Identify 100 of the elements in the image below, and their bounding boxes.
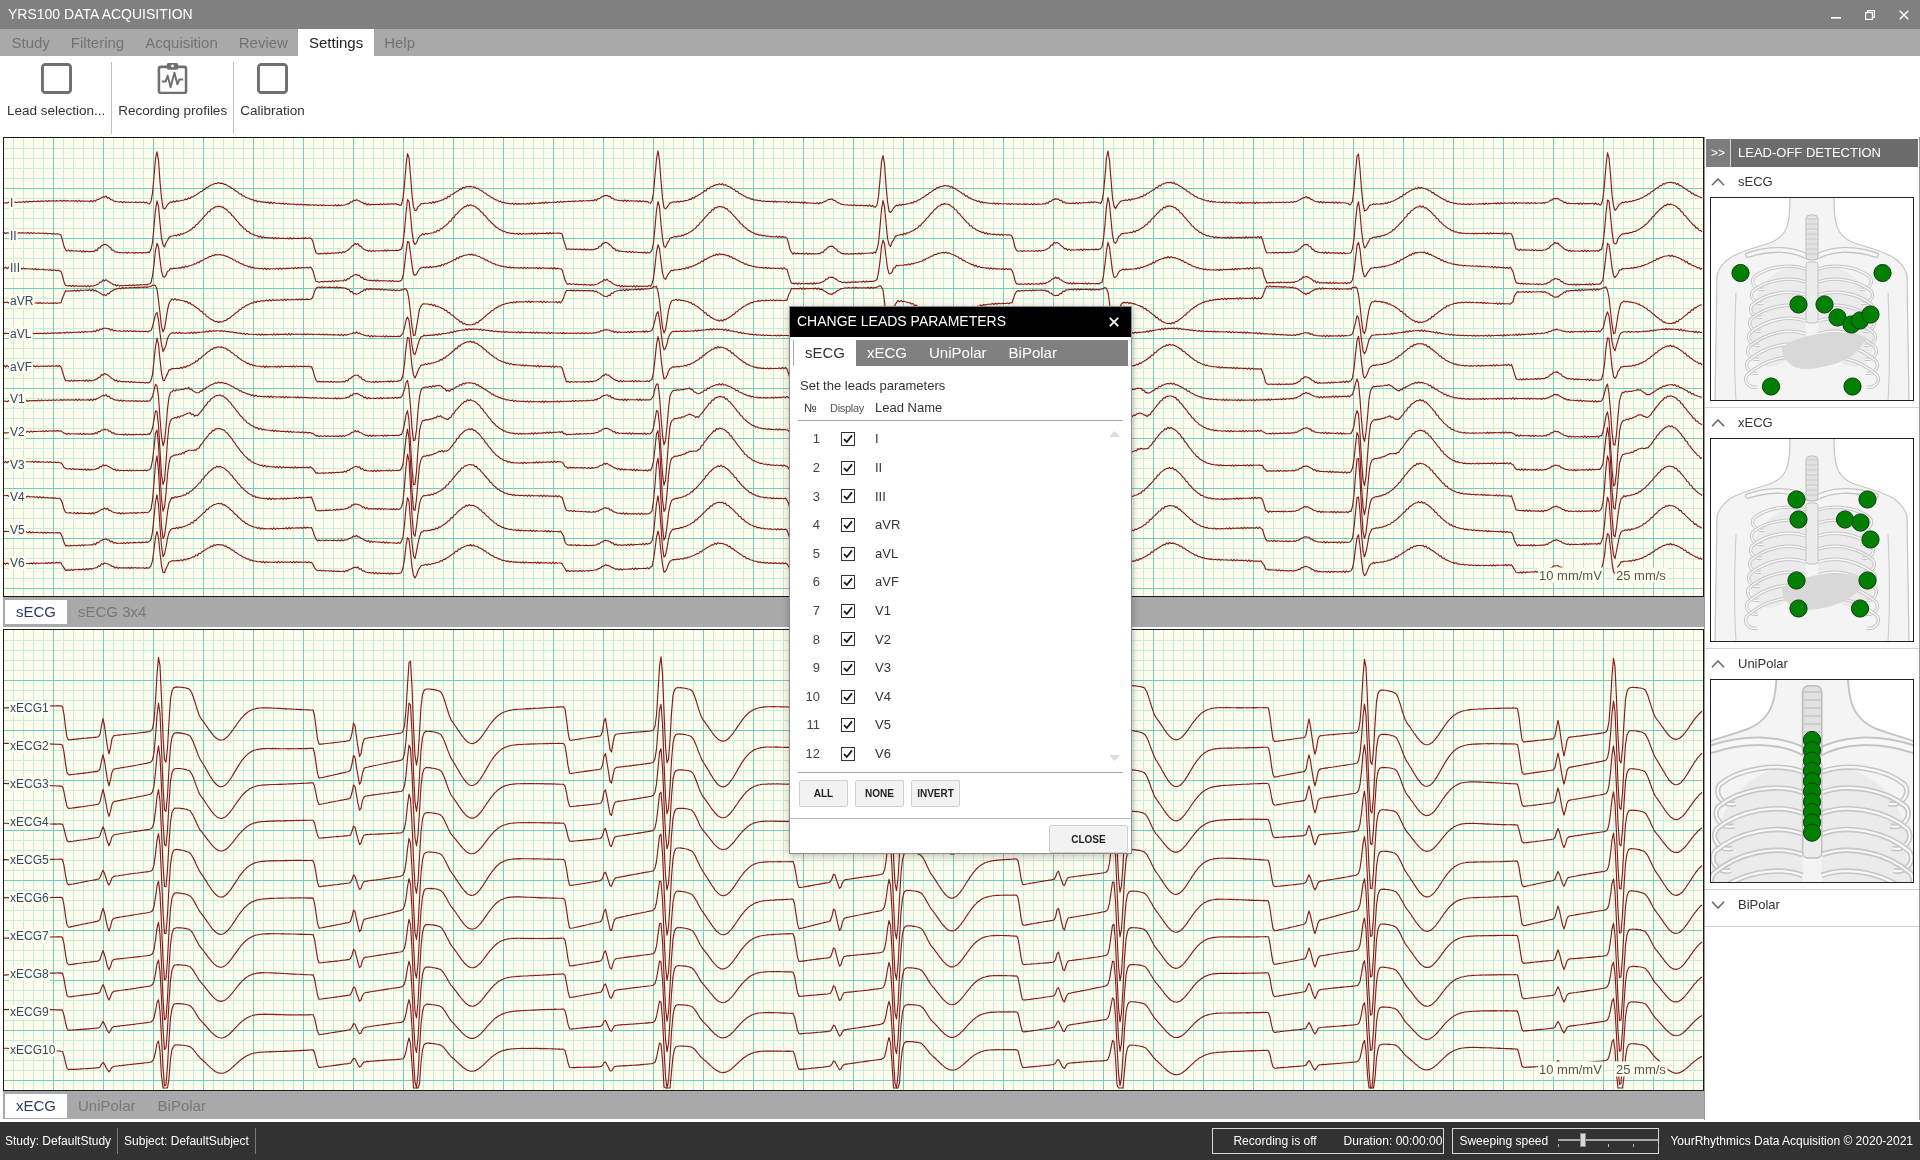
checkbox[interactable] [841, 546, 855, 561]
section-toggle[interactable]: xECG [1705, 408, 1773, 438]
lead-number: 7 [811, 602, 820, 621]
lead-number: 10 [804, 687, 820, 706]
view-tab[interactable]: sECG [5, 600, 67, 624]
checkbox[interactable] [841, 632, 855, 647]
view-tab[interactable]: xECG [5, 1094, 67, 1118]
lead-label: II [9, 228, 18, 243]
checkbox[interactable] [841, 460, 855, 475]
column-header: Lead Name [875, 399, 943, 418]
checkbox[interactable] [841, 718, 855, 733]
lead-label: V2 [9, 424, 26, 439]
checkbox[interactable] [841, 746, 855, 761]
square-icon [256, 63, 288, 94]
speed-label: 25 mm/s [1615, 1061, 1668, 1077]
panel-title: LEAD-OFF DETECTION [1737, 144, 1881, 163]
lead-name: V6 [875, 745, 891, 763]
lead-label: xECG1 [9, 701, 50, 715]
lead-number: 4 [811, 516, 820, 535]
lead-label: xECG4 [9, 815, 50, 829]
slider-thumb[interactable] [1580, 1133, 1587, 1147]
lead-name: aVL [875, 544, 899, 563]
checkbox[interactable] [841, 603, 855, 618]
menu-tab[interactable]: Settings [298, 29, 374, 56]
lead-label: V6 [9, 555, 26, 570]
checkbox[interactable] [841, 660, 855, 675]
checkbox[interactable] [841, 575, 855, 590]
lead-label: aVL [9, 326, 33, 341]
lead-label: III [9, 261, 21, 276]
lead-label: V5 [9, 523, 26, 537]
lead-name: V4 [875, 687, 891, 706]
lead-number: 1 [811, 430, 820, 449]
lead-label: xECG3 [9, 777, 50, 791]
copyright-text: YourRhythmics Data Acquisition © 2020-2021 [1670, 1133, 1913, 1150]
collapse-button[interactable]: >> [1706, 139, 1731, 167]
dialog-title: CHANGE LEADS PARAMETERS [797, 312, 1006, 332]
section-toggle[interactable]: BiPolar [1705, 890, 1780, 920]
dialog-button[interactable]: INVERT [911, 780, 960, 808]
lead-number: 9 [811, 659, 820, 678]
lead-label: xECG8 [9, 967, 50, 981]
close-button[interactable]: CLOSE [1049, 825, 1128, 853]
lead-number: 8 [811, 630, 820, 649]
lead-label: xECG6 [9, 891, 50, 905]
column-header: № [803, 399, 818, 417]
toolbar-button[interactable]: Lead selection... [3, 61, 110, 126]
scale-label: 10 mm/mV [1538, 567, 1604, 583]
lead-label: xECG7 [9, 929, 50, 943]
lead-number: 5 [811, 544, 820, 563]
duration-text: Duration: 00:00:00 [1343, 1133, 1443, 1150]
lead-label: V4 [9, 490, 26, 505]
speed-label: 25 mm/s [1615, 567, 1668, 583]
toolbar-button[interactable]: Calibration [236, 61, 309, 126]
toolbar-button[interactable]: Recording profiles [114, 61, 232, 126]
lead-name: V5 [875, 716, 891, 735]
lead-number: 12 [804, 745, 820, 763]
lead-label: xECG10 [9, 1043, 57, 1057]
lead-number: 6 [811, 573, 820, 592]
scale-label: 10 mm/mV [1538, 1061, 1604, 1077]
lead-label: aVF [9, 359, 33, 374]
dialog-tab[interactable]: BiPolar [997, 339, 1068, 366]
lead-label: V1 [9, 392, 26, 407]
checkbox[interactable] [841, 689, 855, 704]
recording-status: Recording is off [1233, 1133, 1317, 1150]
dialog-button[interactable]: NONE [855, 780, 904, 808]
speed-slider[interactable] [1558, 1133, 1659, 1149]
section-toggle[interactable]: UniPolar [1705, 649, 1788, 679]
window-title: YRS100 DATA ACQUISITION [8, 5, 193, 24]
column-header: Display [829, 400, 865, 416]
dialog-tab[interactable]: UniPolar [918, 339, 998, 366]
lead-name: V3 [875, 659, 891, 678]
lead-label: V3 [9, 457, 26, 472]
lead-name: II [875, 459, 883, 478]
lead-label: xECG9 [9, 1005, 50, 1019]
instruction-text: Set the leads parameters [800, 377, 946, 393]
lead-name: III [875, 487, 886, 506]
speed-label: Sweeping speed [1459, 1133, 1549, 1150]
lead-name: I [875, 430, 879, 449]
lead-number: 3 [811, 487, 820, 506]
checkbox[interactable] [841, 432, 855, 447]
lead-name: V2 [875, 630, 891, 649]
close-icon[interactable] [1109, 317, 1119, 327]
clipboard-icon [157, 63, 189, 94]
lead-name: aVR [875, 516, 901, 535]
lead-name: aVF [875, 573, 899, 592]
lead-label: xECG2 [9, 739, 50, 753]
section-toggle[interactable]: sECG [1705, 167, 1773, 197]
lead-number: 11 [805, 716, 820, 735]
square-icon [40, 63, 72, 94]
status-text: Subject: DefaultSubject [118, 1128, 256, 1154]
lead-name: V1 [875, 602, 891, 621]
checkbox[interactable] [841, 489, 855, 504]
status-text: Study: DefaultStudy [0, 1128, 119, 1154]
lead-number: 2 [811, 459, 820, 478]
lead-label: xECG5 [9, 853, 50, 867]
dialog-tab[interactable]: xECG [856, 339, 919, 366]
dialog-tab[interactable]: sECG [793, 339, 856, 366]
checkbox[interactable] [841, 518, 855, 532]
lead-label: aVR [9, 294, 35, 309]
restore-icon[interactable] [1865, 9, 1875, 20]
dialog-button[interactable]: ALL [799, 780, 848, 808]
